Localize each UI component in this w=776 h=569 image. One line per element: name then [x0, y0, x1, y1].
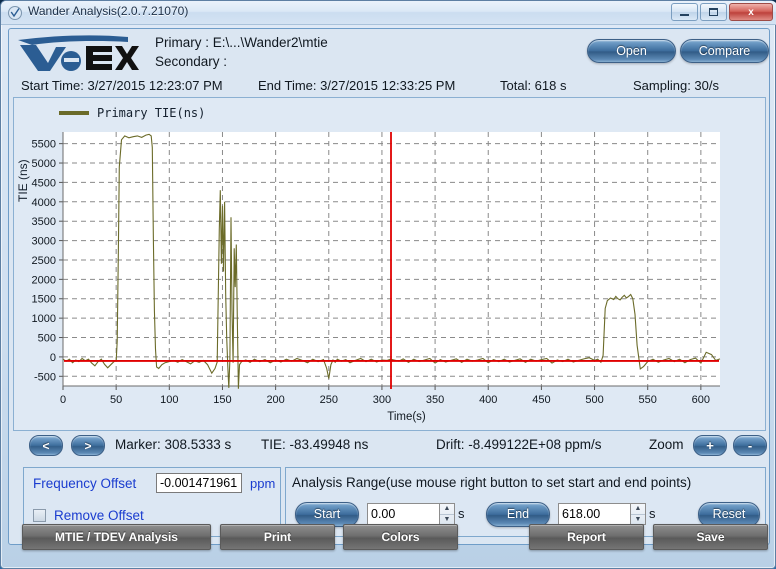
svg-text:250: 250	[320, 394, 338, 406]
close-icon: x	[748, 6, 754, 18]
marker-drift-value: Drift: -8.499122E+08 ppm/s	[436, 437, 602, 452]
remove-offset-label: Remove Offset	[54, 508, 144, 523]
mtie-tdev-analysis-button[interactable]: MTIE / TDEV Analysis	[22, 524, 211, 550]
svg-text:5500: 5500	[32, 139, 56, 151]
chart-panel: Primary TIE(ns) TIE (ns) -500 0 500 1000 150…	[13, 97, 766, 431]
svg-text:300: 300	[373, 394, 391, 406]
svg-text:1500: 1500	[32, 294, 56, 306]
app-circle-icon	[7, 5, 23, 21]
marker-tie-value: TIE: -83.49948 ns	[261, 437, 369, 452]
zoom-in-button[interactable]: +	[693, 435, 727, 456]
ppm-unit-label: ppm	[250, 476, 276, 491]
compare-button[interactable]: Compare	[680, 39, 769, 63]
svg-text:0: 0	[50, 352, 56, 364]
close-button[interactable]: x	[729, 3, 773, 21]
marker-next-button[interactable]: >	[71, 435, 105, 456]
range-end-unit: s	[649, 506, 656, 521]
legend-swatch-primary	[59, 111, 89, 115]
report-button[interactable]: Report	[529, 524, 644, 550]
range-end-input[interactable]	[558, 503, 630, 525]
zoom-out-button[interactable]: -	[733, 435, 767, 456]
remove-offset-checkbox-row[interactable]: Remove Offset	[33, 508, 144, 523]
range-end-spin-buttons[interactable]: ▲ ▼	[630, 503, 646, 525]
svg-text:4500: 4500	[32, 177, 56, 189]
svg-text:3500: 3500	[32, 216, 56, 228]
svg-text:1000: 1000	[32, 313, 56, 325]
chevron-down-icon[interactable]: ▼	[440, 515, 454, 525]
chevron-up-icon[interactable]: ▲	[631, 504, 645, 515]
save-button[interactable]: Save	[653, 524, 768, 550]
capture-info-strip: Start Time: 3/27/2015 12:23:07 PM End Ti…	[13, 76, 766, 98]
sampling-rate-label: Sampling: 30/s	[633, 78, 719, 93]
print-button[interactable]: Print	[220, 524, 335, 550]
svg-text:50: 50	[110, 394, 122, 406]
minimize-button[interactable]	[671, 3, 698, 21]
svg-text:4000: 4000	[32, 197, 56, 209]
marker-prev-button[interactable]: <	[29, 435, 63, 456]
total-duration-label: Total: 618 s	[500, 78, 567, 93]
remove-offset-checkbox[interactable]	[33, 509, 46, 522]
svg-text:400: 400	[479, 394, 497, 406]
range-start-stepper[interactable]: ▲ ▼	[367, 503, 455, 525]
maximize-button[interactable]	[700, 3, 727, 21]
analysis-range-title: Analysis Range(use mouse right button to…	[292, 475, 692, 490]
app-header: Primary : E:\...\Wander2\mtie Secondary …	[9, 29, 769, 75]
primary-path: Primary : E:\...\Wander2\mtie	[155, 35, 328, 50]
svg-text:550: 550	[639, 394, 657, 406]
secondary-path: Secondary :	[155, 54, 228, 69]
chevron-down-icon[interactable]: ▼	[631, 515, 645, 525]
chevron-up-icon[interactable]: ▲	[440, 504, 454, 515]
zoom-label: Zoom	[649, 437, 684, 452]
open-button[interactable]: Open	[587, 39, 676, 63]
svg-text:150: 150	[213, 394, 231, 406]
title-bar: Wander Analysis(2.0.7.21070) x	[1, 1, 776, 25]
range-start-input[interactable]	[367, 503, 439, 525]
svg-text:200: 200	[266, 394, 284, 406]
minimize-icon	[680, 13, 689, 16]
veex-logo	[16, 33, 142, 71]
svg-text:450: 450	[532, 394, 550, 406]
svg-text:600: 600	[692, 394, 710, 406]
svg-text:0: 0	[60, 394, 66, 406]
range-end-stepper[interactable]: ▲ ▼	[558, 503, 646, 525]
colors-button[interactable]: Colors	[343, 524, 458, 550]
plot-area[interactable]: -500 0 500 1000 1500 2000 2500 3000 3500 4000 4500…	[14, 126, 767, 432]
svg-text:5000: 5000	[32, 158, 56, 170]
svg-text:Time(s): Time(s)	[387, 411, 426, 423]
svg-text:500: 500	[585, 394, 603, 406]
end-time-label: End Time: 3/27/2015 12:33:25 PM	[258, 78, 456, 93]
svg-text:500: 500	[38, 333, 56, 345]
marker-toolbar: < > Marker: 308.5333 s TIE: -83.49948 ns…	[13, 432, 767, 461]
frequency-offset-input[interactable]	[156, 473, 242, 493]
file-paths: Primary : E:\...\Wander2\mtie Secondary …	[155, 33, 328, 71]
marker-position-value: Marker: 308.5333 s	[115, 437, 232, 452]
svg-text:3000: 3000	[32, 236, 56, 248]
svg-text:2000: 2000	[32, 274, 56, 286]
legend-label-primary: Primary TIE(ns)	[97, 106, 206, 120]
svg-text:350: 350	[426, 394, 444, 406]
svg-text:-500: -500	[34, 371, 56, 383]
maximize-icon	[709, 8, 718, 16]
svg-text:100: 100	[160, 394, 178, 406]
svg-text:2500: 2500	[32, 255, 56, 267]
range-start-unit: s	[458, 506, 465, 521]
window-title: Wander Analysis(2.0.7.21070)	[28, 4, 189, 18]
range-start-spin-buttons[interactable]: ▲ ▼	[439, 503, 455, 525]
app-content: Primary : E:\...\Wander2\mtie Secondary …	[8, 28, 770, 545]
frequency-offset-label: Frequency Offset	[33, 476, 137, 491]
window-controls: x	[671, 3, 773, 21]
chart-legend: Primary TIE(ns)	[59, 106, 205, 120]
app-window: Wander Analysis(2.0.7.21070) x Primary:…	[0, 0, 776, 569]
start-time-label: Start Time: 3/27/2015 12:23:07 PM	[21, 78, 223, 93]
bottom-toolbar: MTIE / TDEV Analysis Print Colors Report…	[8, 524, 770, 566]
